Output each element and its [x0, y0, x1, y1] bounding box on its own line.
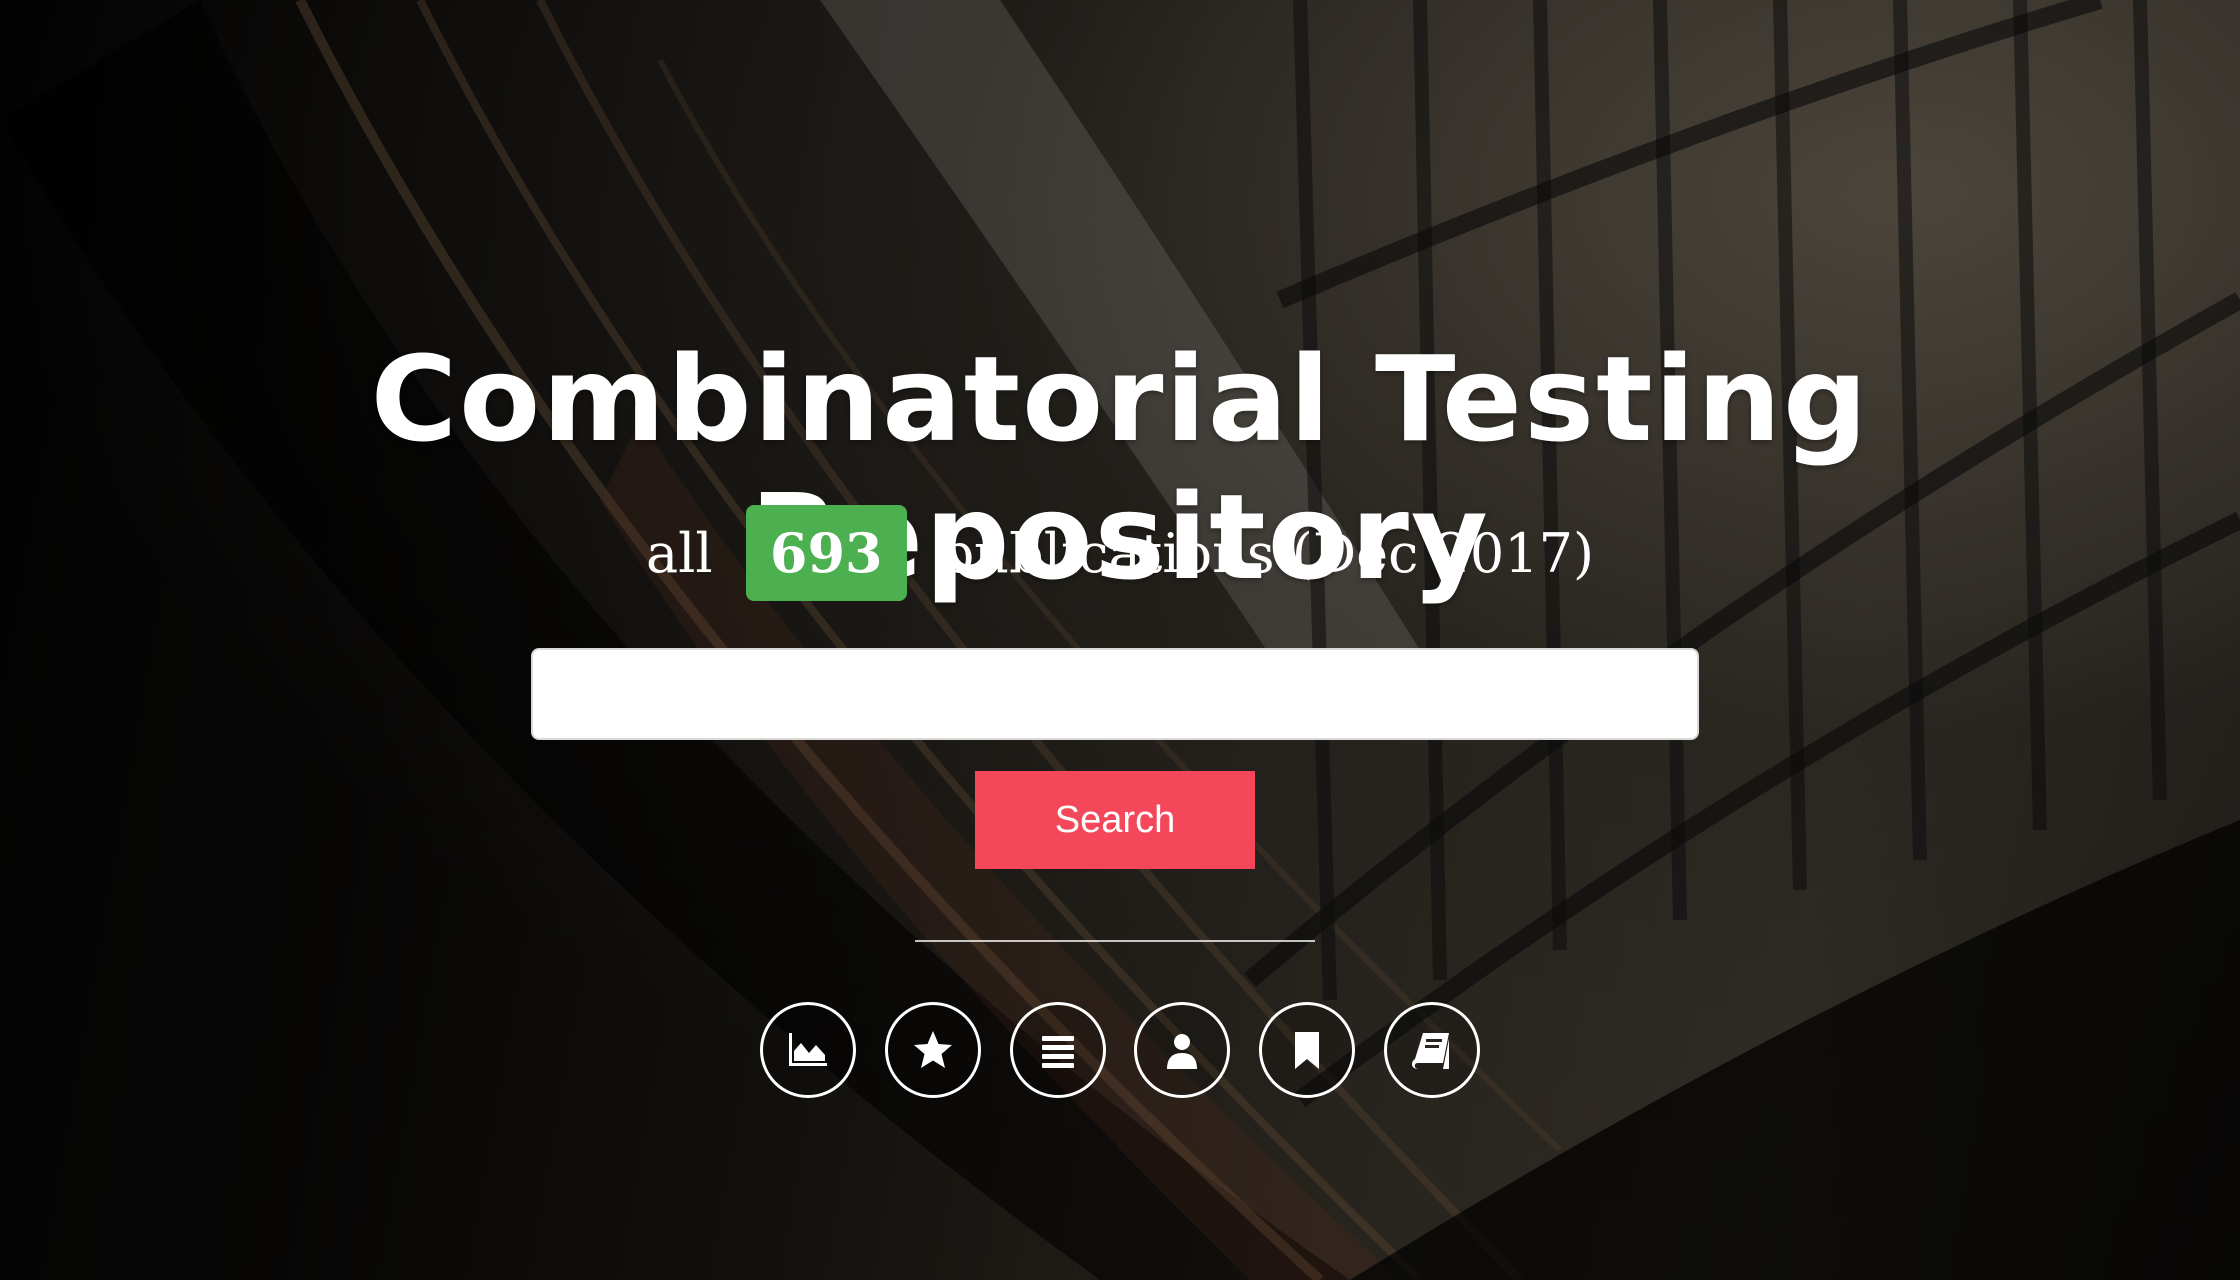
star-icon	[913, 1031, 952, 1068]
nav-icon-row	[760, 1002, 1480, 1102]
search-button[interactable]: Search	[975, 771, 1255, 869]
subtitle-prefix: all	[645, 522, 713, 585]
publication-count-badge: 693	[745, 505, 907, 601]
star-button[interactable]	[884, 1002, 981, 1098]
book-icon	[1411, 1033, 1449, 1069]
list-icon	[1041, 1036, 1074, 1068]
bookmark-button[interactable]	[1259, 1002, 1356, 1098]
area-chart-button[interactable]	[760, 1002, 856, 1098]
subtitle-suffix: publications (Dec 2017)	[939, 522, 1595, 585]
divider	[915, 940, 1315, 942]
user-icon	[1167, 1034, 1198, 1069]
user-button[interactable]	[1134, 1002, 1231, 1098]
hero-content: Combinatorial Testing Repository all 693…	[0, 0, 2240, 1280]
area-chart-icon	[789, 1033, 827, 1066]
hero-section: Combinatorial Testing Repository all 693…	[0, 0, 2240, 1280]
book-button[interactable]	[1383, 1002, 1480, 1098]
search-input[interactable]	[531, 648, 1699, 740]
list-button[interactable]	[1009, 1002, 1106, 1098]
bookmark-icon	[1295, 1032, 1320, 1069]
publication-count-line: all 693 publications (Dec 2017)	[0, 505, 2240, 602]
